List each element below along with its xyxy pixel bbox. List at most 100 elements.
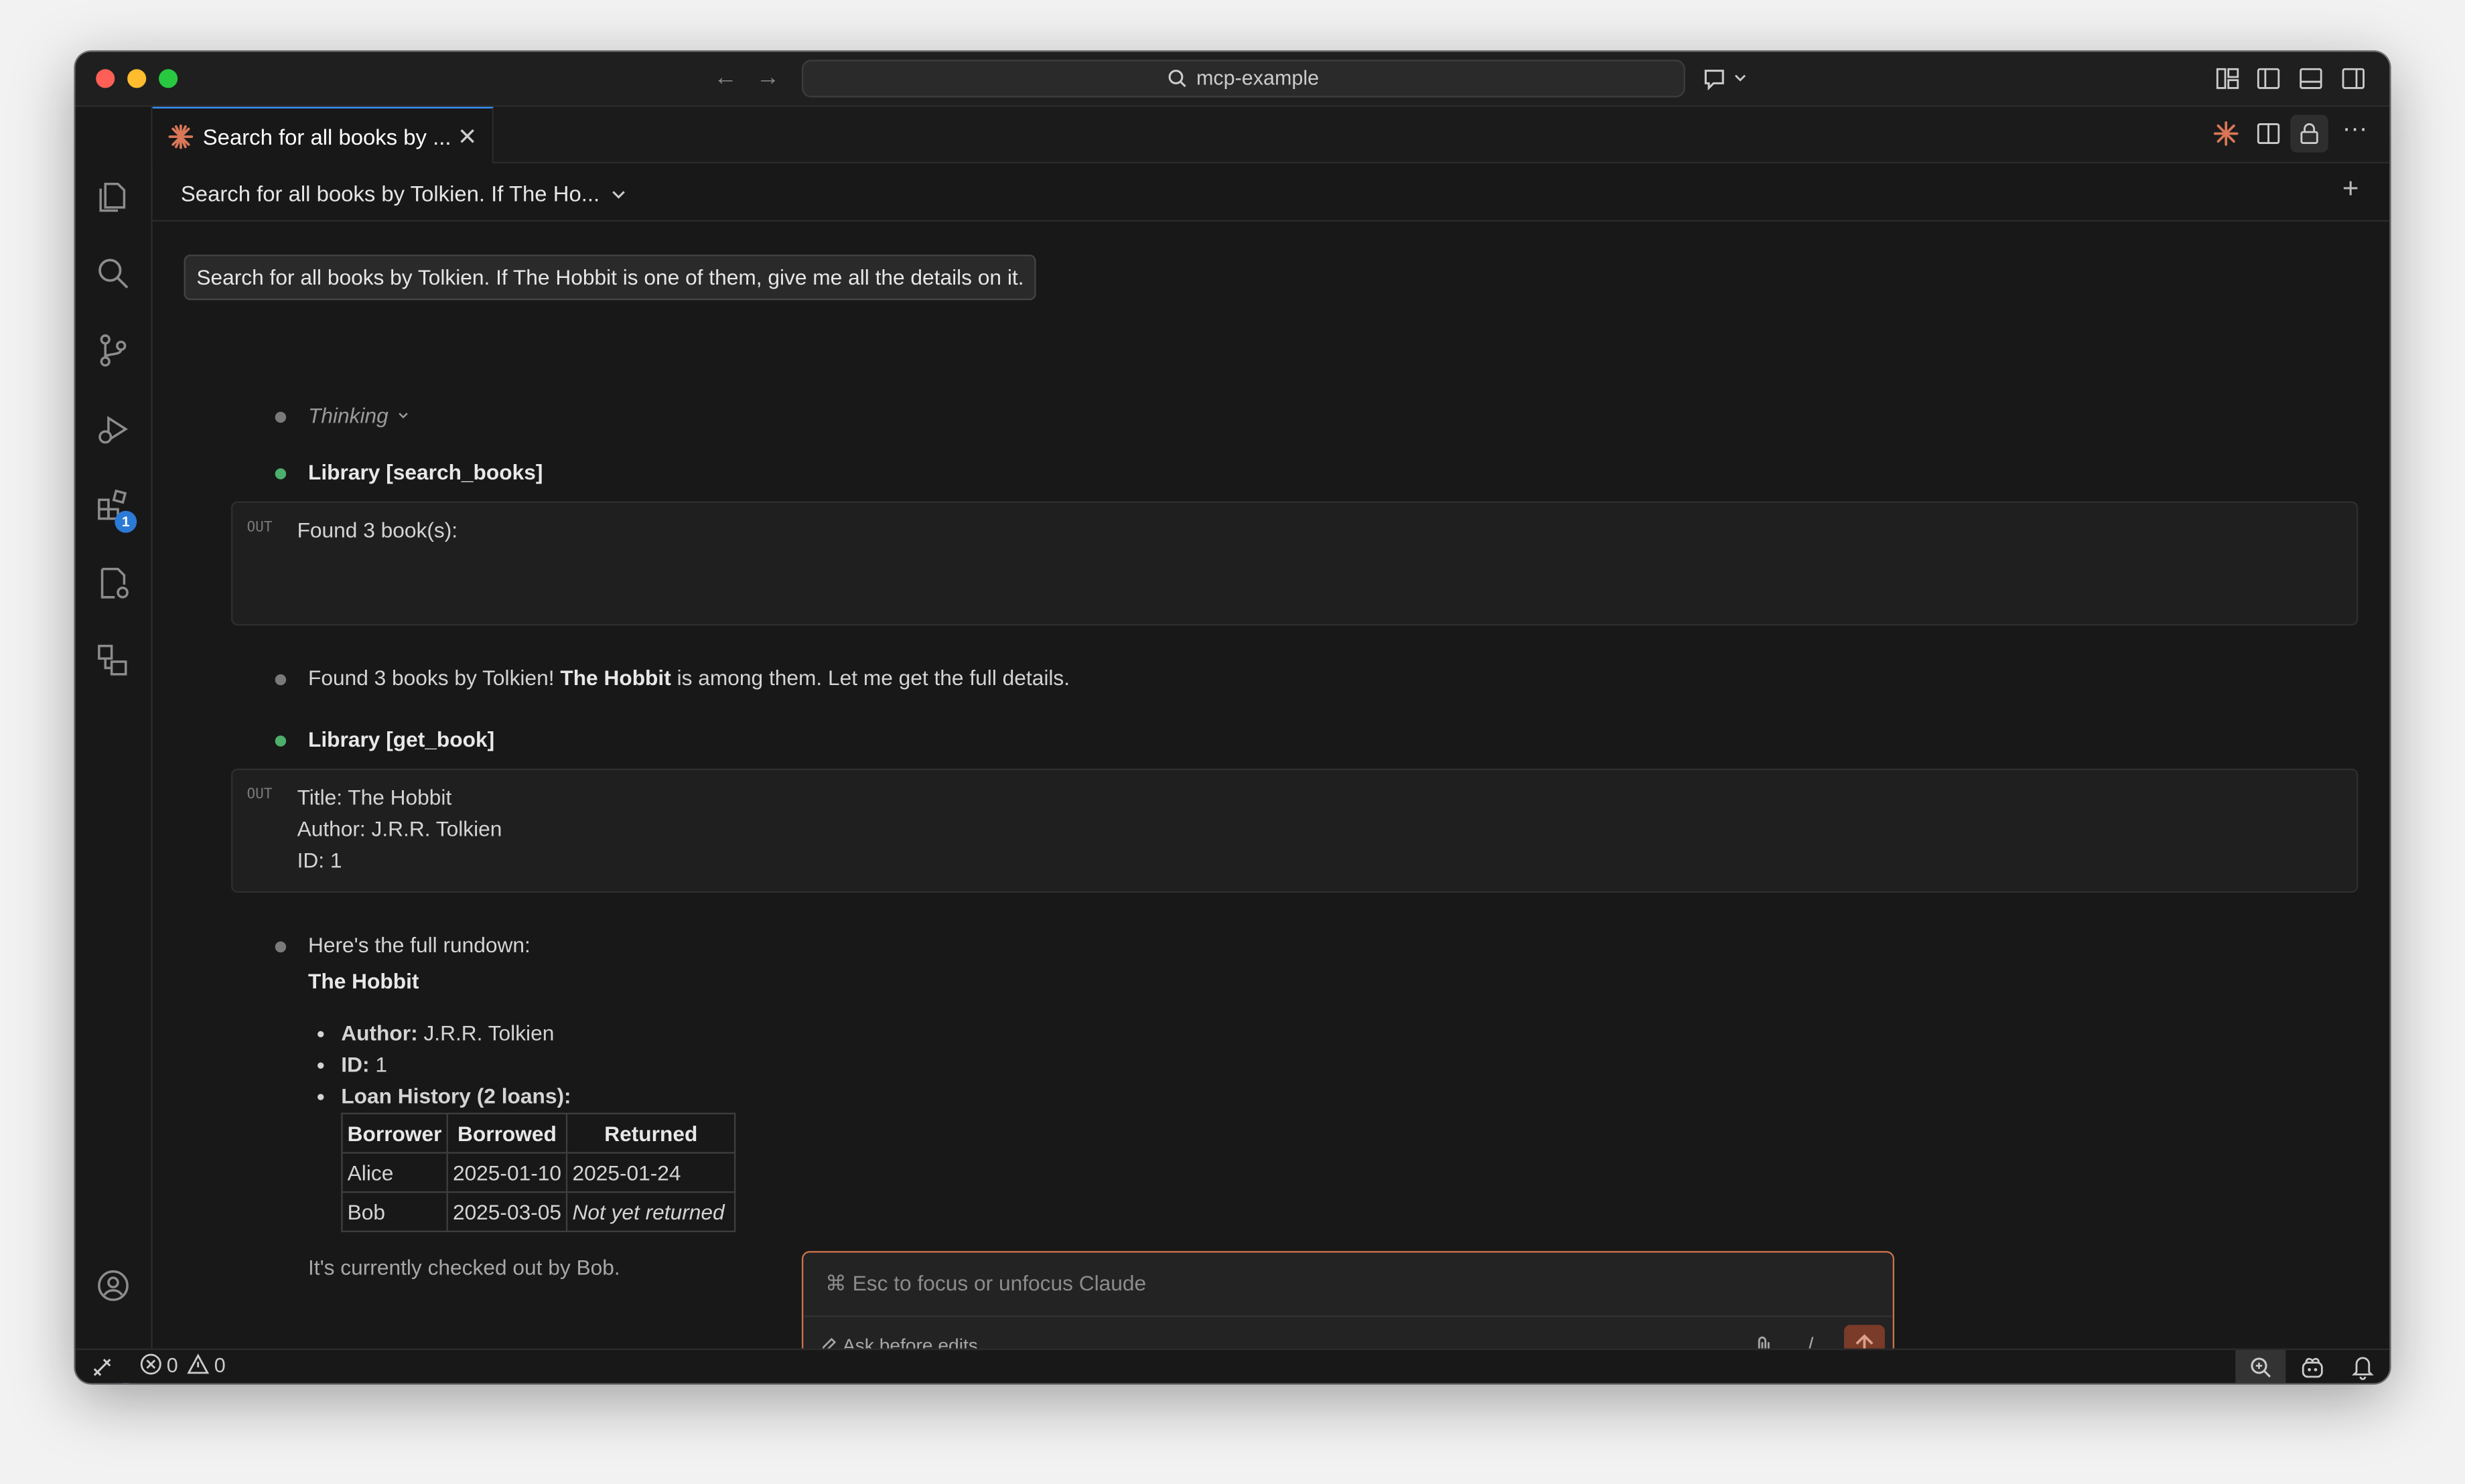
- table-cell: 2025-03-05: [446, 1191, 568, 1232]
- thinking-toggle[interactable]: Thinking: [308, 404, 409, 427]
- list-item: Author: J.R.R. Tolkien: [341, 1019, 571, 1050]
- command-center-label: mcp-example: [1196, 66, 1320, 90]
- lock-editor-group-button[interactable]: [2290, 115, 2328, 153]
- assistant-message: Found 3 books by Tolkien! The Hobbit is …: [308, 666, 1070, 690]
- rundown-heading: The Hobbit: [307, 970, 419, 994]
- timeline-dot: [275, 411, 287, 423]
- out-label: OUT: [246, 520, 273, 536]
- activity-bar: 1 1: [75, 106, 153, 1384]
- remote-explorer-icon[interactable]: [94, 565, 132, 602]
- error-circle-icon: [140, 1353, 161, 1375]
- new-session-plus-icon[interactable]: +: [2342, 173, 2359, 206]
- table-cell: Bob: [341, 1191, 448, 1232]
- rundown-intro: Here's the full rundown:: [307, 934, 531, 958]
- table-row: Bob 2025-03-05 Not yet returned: [341, 1191, 736, 1232]
- tool-status-dot: [275, 468, 287, 479]
- author-key: Author:: [341, 1021, 418, 1045]
- chevron-down-icon: [613, 191, 626, 199]
- tool-title-search-books[interactable]: Library [search_books]: [308, 461, 543, 484]
- tab-title: Search for all books by ...: [202, 124, 451, 149]
- extension-panel-icon[interactable]: [94, 642, 132, 679]
- status-bar: 00: [75, 1348, 2390, 1384]
- minimize-window-button[interactable]: [127, 69, 147, 88]
- warning-count: 0: [214, 1353, 226, 1377]
- warning-triangle-icon: [187, 1353, 210, 1374]
- remote-indicator-icon[interactable]: [91, 1356, 113, 1378]
- list-item: ID: 1: [341, 1050, 571, 1082]
- message-bold-text: The Hobbit: [560, 666, 671, 690]
- session-header: Search for all books by Tolkien. If The …: [152, 163, 2390, 222]
- tool-output-line: Title: The Hobbit: [297, 786, 452, 810]
- tool-output-line: Found 3 book(s):: [297, 518, 458, 542]
- table-row: Alice 2025-01-10 2025-01-24: [341, 1152, 736, 1193]
- notifications-bell-icon[interactable]: [2352, 1355, 2374, 1380]
- message-text: Found 3 books by Tolkien!: [307, 666, 561, 690]
- book-details-list: Author: J.R.R. Tolkien ID: 1 Loan Histor…: [309, 1019, 571, 1113]
- command-center[interactable]: mcp-example: [801, 60, 1685, 98]
- session-title-dropdown[interactable]: Search for all books by Tolkien. If The …: [181, 181, 626, 206]
- rundown-footer: It's currently checked out by Bob.: [307, 1256, 620, 1280]
- zoom-in-icon: [2251, 1357, 2271, 1378]
- tool-output-search-books: OUT Found 3 book(s):: [230, 501, 2358, 626]
- zoom-window-button[interactable]: [159, 69, 178, 88]
- run-debug-icon[interactable]: [94, 411, 132, 448]
- timeline-dot: [275, 941, 287, 953]
- tool-title-get-book[interactable]: Library [get_book]: [308, 728, 494, 751]
- column-header: Returned: [566, 1112, 736, 1154]
- timeline-dot: [275, 674, 287, 686]
- chat-copilot-icon[interactable]: [1703, 66, 1750, 92]
- zoom-button[interactable]: [2235, 1349, 2286, 1384]
- toggle-panel-icon[interactable]: [2298, 66, 2324, 92]
- id-key: ID:: [341, 1053, 370, 1077]
- tool-status-dot: [275, 735, 287, 747]
- user-prompt-bubble[interactable]: Search for all books by Tolkien. If The …: [184, 254, 1037, 301]
- claude-burst-icon[interactable]: [2213, 121, 2239, 147]
- thinking-label: Thinking: [307, 404, 389, 428]
- customize-layout-icon[interactable]: [2215, 66, 2241, 92]
- copilot-icon[interactable]: [2300, 1355, 2326, 1380]
- composer-divider: [803, 1315, 1893, 1317]
- title-bar: ← → mcp-example: [75, 52, 2390, 107]
- column-header: Borrower: [341, 1112, 448, 1154]
- author-value: J.R.R. Tolkien: [417, 1021, 555, 1045]
- claude-burst-icon: [168, 124, 194, 149]
- search-icon[interactable]: [94, 254, 132, 292]
- out-label: OUT: [246, 787, 273, 804]
- more-actions-icon[interactable]: ···: [2342, 117, 2368, 145]
- extensions-badge: 1: [115, 510, 137, 533]
- chat-transcript: Search for all books by Tolkien. If The …: [153, 222, 2390, 1376]
- tool-output-get-book: OUT Title: The Hobbit Author: J.R.R. Tol…: [230, 768, 2358, 893]
- composer-input[interactable]: ⌘ Esc to focus or unfocus Claude: [825, 1272, 1146, 1297]
- list-item: Loan History (2 loans):: [341, 1082, 571, 1113]
- column-header: Borrowed: [446, 1112, 568, 1154]
- back-arrow-icon[interactable]: ←: [713, 64, 737, 91]
- tool-output-line: Author: J.R.R. Tolkien: [297, 817, 502, 841]
- editor-window: ← → mcp-example 1 1 Search for all books…: [75, 52, 2390, 1384]
- tool-output-line: ID: 1: [297, 848, 342, 873]
- toggle-primary-sidebar-icon[interactable]: [2256, 66, 2281, 92]
- table-cell: 2025-01-10: [446, 1152, 568, 1193]
- forward-arrow-icon[interactable]: →: [756, 64, 780, 91]
- lock-icon: [2300, 123, 2318, 144]
- close-tab-icon[interactable]: ✕: [457, 123, 478, 151]
- loan-history-table: Borrower Borrowed Returned Alice 2025-01…: [341, 1112, 736, 1232]
- source-control-icon[interactable]: [94, 331, 132, 369]
- search-icon: [1168, 70, 1186, 88]
- id-value: 1: [369, 1053, 387, 1077]
- table-cell: 2025-01-24: [566, 1152, 736, 1193]
- accounts-icon[interactable]: [94, 1267, 132, 1305]
- loan-history-key: Loan History (2 loans):: [341, 1084, 571, 1108]
- toggle-secondary-sidebar-icon[interactable]: [2341, 66, 2367, 92]
- table-header-row: Borrower Borrowed Returned: [341, 1112, 736, 1154]
- close-window-button[interactable]: [96, 69, 115, 88]
- editor-tab-strip: Search for all books by ... ✕ ···: [152, 106, 2390, 164]
- table-cell: Alice: [341, 1152, 448, 1193]
- tab-claude-session[interactable]: Search for all books by ... ✕: [152, 106, 494, 164]
- error-count: 0: [166, 1353, 178, 1377]
- problems-indicator[interactable]: 00: [140, 1353, 226, 1377]
- split-editor-icon[interactable]: [2256, 121, 2281, 147]
- message-text: is among them. Let me get the full detai…: [671, 666, 1070, 690]
- chevron-down-icon: [399, 413, 408, 419]
- explorer-files-icon[interactable]: [94, 177, 132, 215]
- table-cell: Not yet returned: [566, 1191, 736, 1232]
